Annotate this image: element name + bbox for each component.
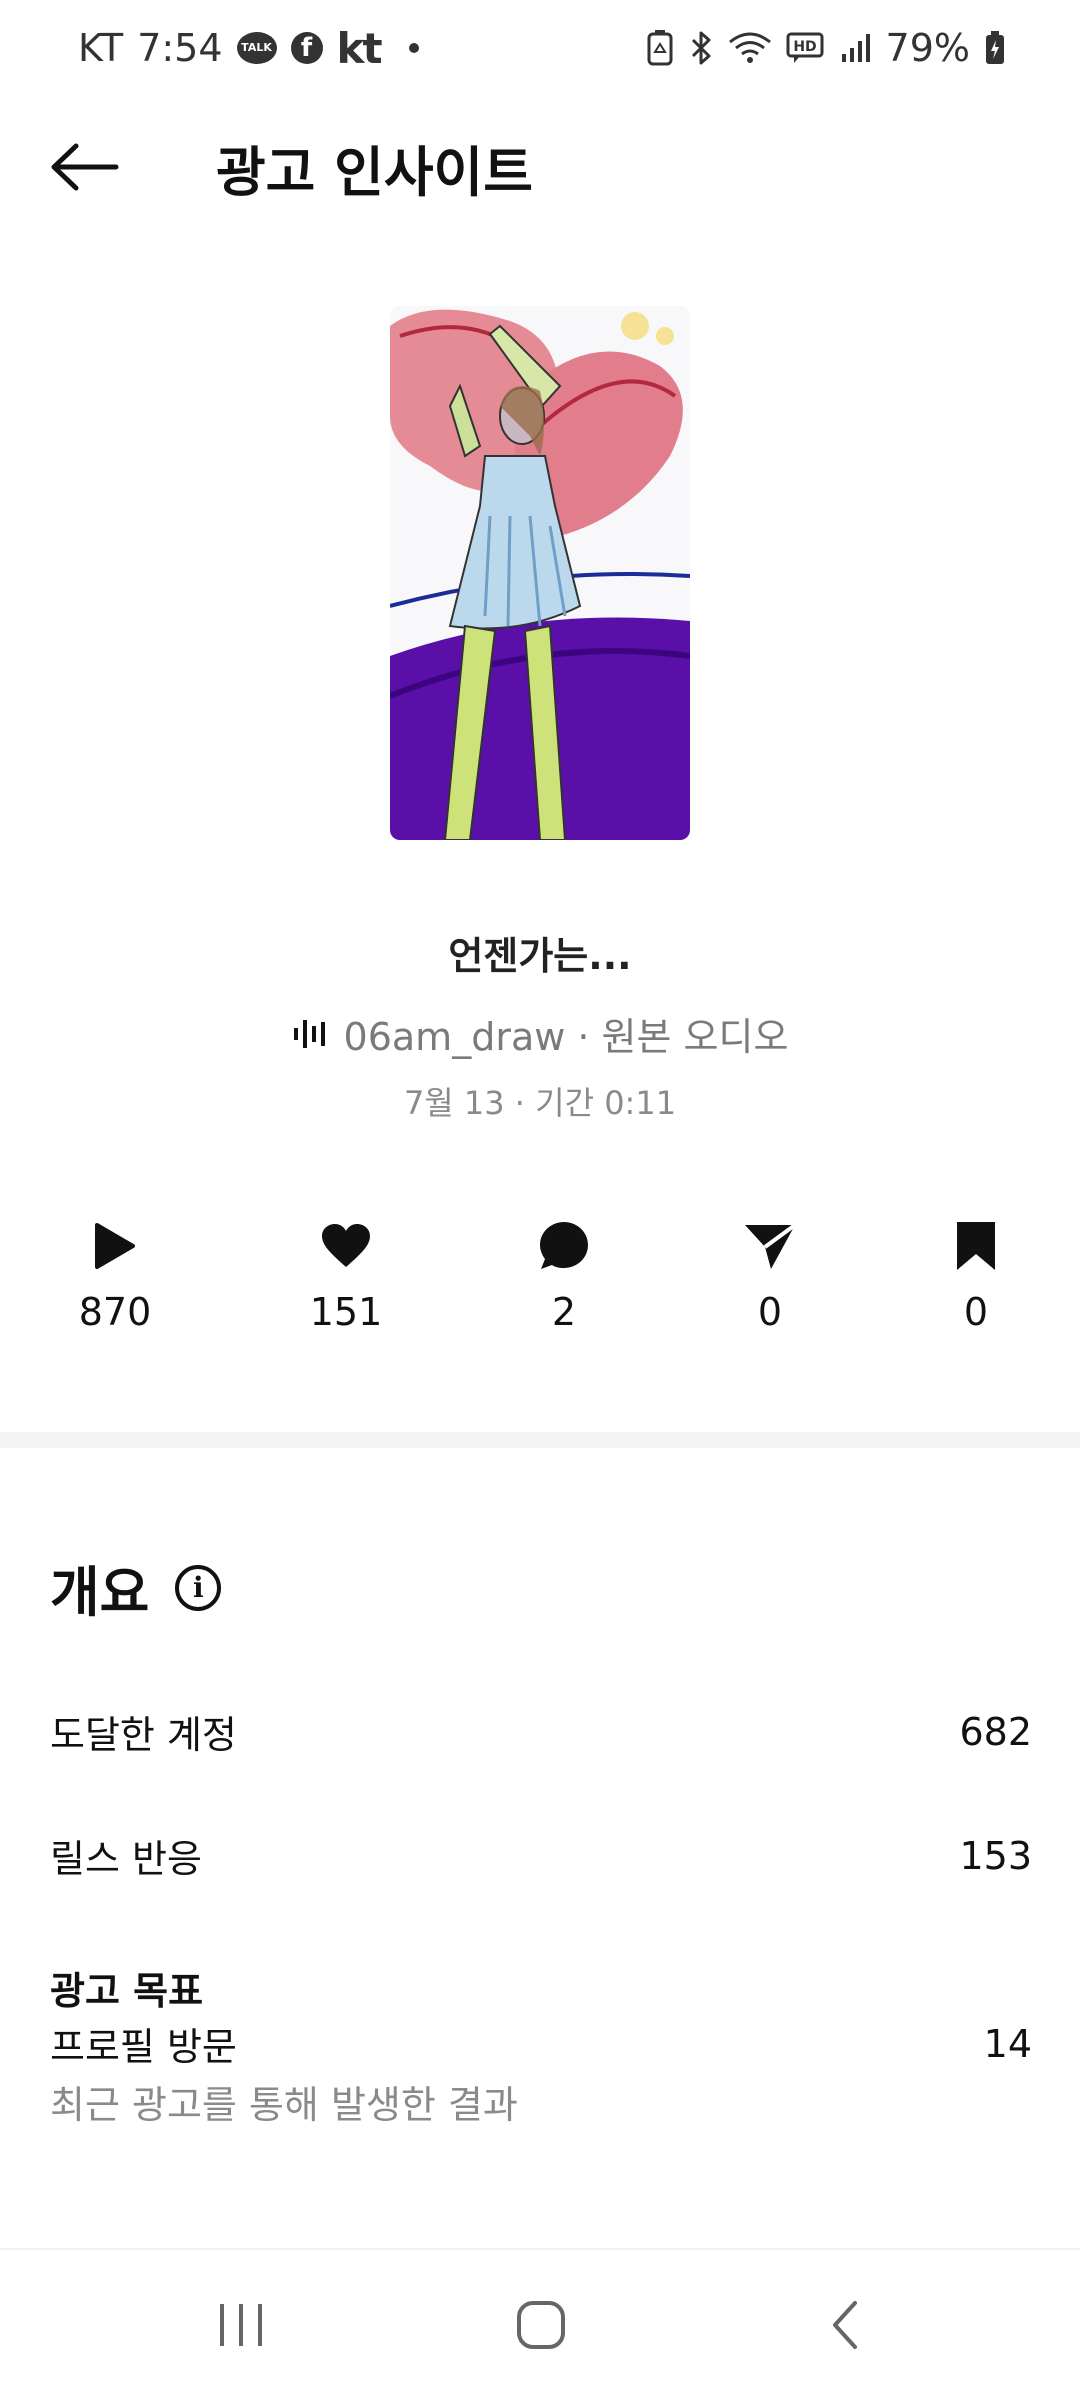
accounts-reached-value: 682	[959, 1709, 1032, 1754]
clock: 7:54	[137, 26, 223, 70]
battery-percent: 79%	[885, 26, 970, 70]
back-button[interactable]	[44, 132, 124, 202]
svg-text:HD: HD	[793, 39, 816, 55]
stat-plays: 870	[45, 1216, 185, 1334]
kt-logo-icon: kt	[336, 23, 383, 73]
stat-likes: 151	[276, 1216, 416, 1334]
accounts-reached-row[interactable]: 도달한 계정 682	[50, 1704, 1032, 1759]
header: 광고 인사이트	[0, 110, 1080, 220]
status-bar: KT 7:54 TALK f kt HD 79%	[0, 0, 1080, 96]
system-back-button[interactable]	[800, 2290, 890, 2360]
reel-caption: 언젠가는...	[448, 934, 632, 978]
section-divider	[0, 1432, 1080, 1448]
overview-title: 개요	[50, 1561, 150, 1624]
engagement-stats: 870 151 2 0 0	[0, 1216, 1080, 1356]
play-icon	[95, 1223, 135, 1269]
comment-icon	[540, 1222, 588, 1269]
home-icon	[517, 2301, 565, 2349]
ad-goal-heading: 광고 목표	[50, 1969, 204, 2013]
home-button[interactable]	[496, 2290, 586, 2360]
shares-count: 0	[757, 1290, 783, 1334]
reel-meta: 7월 13 · 기간 0:11	[403, 1084, 677, 1122]
facebook-icon: f	[290, 32, 323, 64]
plays-count: 870	[78, 1290, 152, 1334]
recent-apps-button[interactable]	[196, 2290, 286, 2360]
wifi-icon	[728, 30, 772, 66]
accounts-reached-label: 도달한 계정	[50, 1713, 237, 1757]
notification-dot-icon	[408, 43, 419, 53]
reel-thumbnail[interactable]	[390, 306, 690, 840]
audio-row[interactable]: 06am_draw · 원본 오디오	[0, 1006, 1080, 1061]
kakaotalk-icon: TALK	[236, 32, 277, 64]
carrier-label: KT	[78, 26, 124, 70]
chevron-left-icon	[833, 2301, 857, 2349]
send-icon	[745, 1223, 797, 1269]
profile-visits-row[interactable]: 프로필 방문 14	[50, 2016, 1032, 2071]
info-icon[interactable]: i	[175, 1564, 222, 1611]
overview-header: 개요 i	[50, 1548, 222, 1627]
arrow-left-icon	[51, 143, 119, 191]
profile-visits-label: 프로필 방문	[50, 2025, 237, 2069]
signal-icon	[840, 32, 872, 64]
battery-charging-icon	[984, 30, 1006, 66]
heart-icon	[322, 1224, 370, 1267]
system-nav-bar	[0, 2248, 1080, 2400]
reel-interactions-row[interactable]: 릴스 반응 153	[50, 1828, 1032, 1883]
likes-count: 151	[309, 1290, 383, 1334]
hd-voice-icon: HD	[786, 31, 826, 65]
stat-comments: 2	[494, 1216, 634, 1334]
stat-saves: 0	[906, 1216, 1046, 1334]
reel-interactions-label: 릴스 반응	[50, 1837, 202, 1881]
status-right: HD 79%	[646, 26, 1006, 70]
audio-wave-icon	[293, 1019, 325, 1048]
stat-shares: 0	[700, 1216, 840, 1334]
status-left: KT 7:54 TALK f kt	[78, 24, 419, 73]
bluetooth-icon	[688, 30, 714, 66]
bookmark-icon	[957, 1222, 995, 1270]
reel-interactions-value: 153	[959, 1833, 1032, 1878]
comments-count: 2	[551, 1290, 577, 1334]
audio-label: 06am_draw · 원본 오디오	[343, 1015, 789, 1059]
saves-count: 0	[963, 1290, 989, 1334]
recent-apps-icon	[220, 2304, 262, 2346]
profile-visits-value: 14	[983, 2021, 1032, 2066]
page-title: 광고 인사이트	[216, 141, 533, 204]
ad-goal-note: 최근 광고를 통해 발생한 결과	[50, 2083, 518, 2127]
recycle-battery-icon	[646, 30, 674, 66]
